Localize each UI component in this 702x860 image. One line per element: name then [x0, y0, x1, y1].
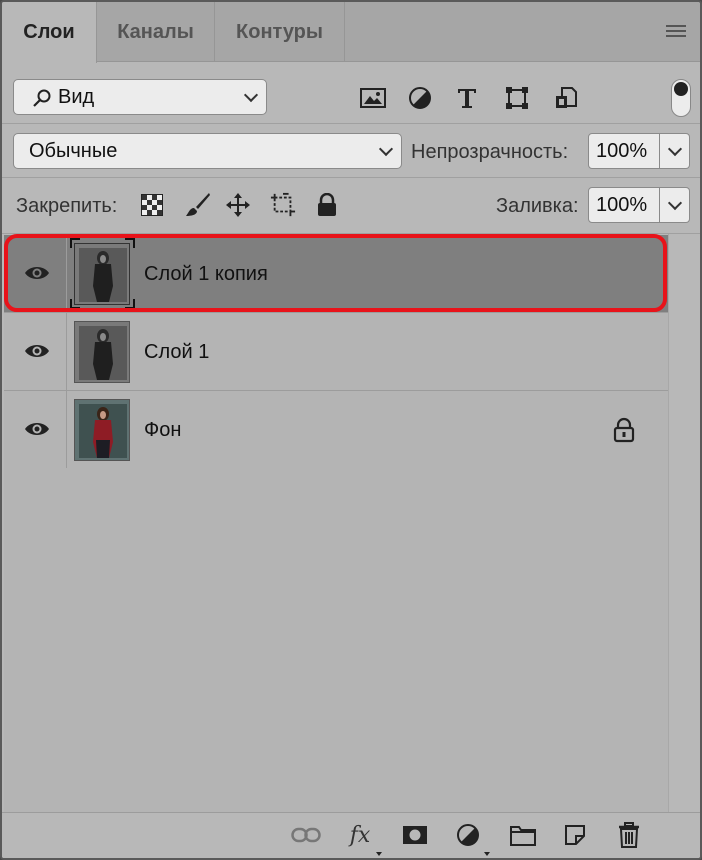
visibility-column-divider: [66, 391, 67, 469]
panel-menu-icon[interactable]: [666, 25, 686, 39]
filter-toggle[interactable]: [671, 79, 691, 117]
search-icon: [33, 89, 51, 107]
tab-layers[interactable]: Слои: [2, 2, 97, 63]
tab-channels[interactable]: Каналы: [97, 2, 215, 62]
lock-position-icon[interactable]: [225, 192, 251, 218]
chevron-down-icon: [243, 87, 259, 103]
chevron-down-icon: [667, 141, 683, 157]
visibility-column-divider: [66, 313, 67, 391]
opacity-input[interactable]: 100%: [588, 133, 660, 169]
lock-all-icon[interactable]: [314, 192, 340, 218]
layer-row-sloy-1[interactable]: Слой 1: [4, 313, 668, 391]
layer-name[interactable]: Слой 1: [144, 341, 209, 364]
filter-kind-label: Вид: [58, 85, 95, 108]
type-filter-icon[interactable]: [454, 86, 480, 110]
toggle-knob: [674, 82, 688, 96]
layer-mask-icon[interactable]: [400, 820, 430, 850]
layers-empty-area: [4, 468, 668, 812]
selected-layer-highlight: [4, 234, 667, 312]
trash-icon[interactable]: [614, 820, 644, 850]
adjustment-dropdown-triangle: [484, 852, 490, 856]
layer-name[interactable]: Фон: [144, 419, 181, 442]
layers-panel: Слои Каналы Контуры Вид Обычные Непрозра…: [0, 0, 702, 860]
blend-mode-dropdown[interactable]: Обычные: [13, 133, 402, 169]
opacity-slider-button[interactable]: [660, 133, 690, 169]
chevron-down-icon: [378, 141, 394, 157]
eye-visibility-icon[interactable]: [24, 420, 50, 438]
fill-input[interactable]: 100%: [588, 187, 660, 223]
fx-icon[interactable]: fx: [345, 820, 375, 850]
blend-mode-label: Обычные: [29, 139, 118, 162]
image-filter-icon[interactable]: [360, 86, 386, 110]
lock-artboard-icon[interactable]: [270, 192, 296, 218]
layer-thumbnail: [74, 321, 130, 383]
shape-filter-icon[interactable]: [504, 86, 530, 110]
eye-visibility-icon[interactable]: [24, 342, 50, 360]
chevron-down-icon: [667, 195, 683, 211]
adjustment-filter-icon[interactable]: [407, 86, 433, 110]
tab-paths[interactable]: Контуры: [215, 2, 345, 62]
lock-icon[interactable]: [612, 417, 636, 443]
fx-dropdown-triangle: [376, 852, 382, 856]
tab-bar: Слои Каналы Контуры: [2, 2, 700, 63]
new-layer-icon[interactable]: [560, 820, 590, 850]
link-layers-icon[interactable]: [291, 820, 321, 850]
fill-label: Заливка:: [496, 195, 579, 217]
filter-kind-dropdown[interactable]: Вид: [13, 79, 267, 115]
fill-slider-button[interactable]: [660, 187, 690, 223]
lock-transparent-icon[interactable]: [139, 192, 165, 218]
opacity-label: Непрозрачность:: [411, 141, 569, 163]
adjustment-layer-icon[interactable]: [453, 820, 483, 850]
lock-label: Закрепить:: [16, 195, 118, 217]
layer-thumbnail: [74, 399, 130, 461]
lock-image-icon[interactable]: [185, 192, 211, 218]
group-folder-icon[interactable]: [508, 820, 538, 850]
layer-row-fon[interactable]: Фон: [4, 391, 668, 469]
smart-object-filter-icon[interactable]: [553, 86, 579, 110]
layers-scrollbar[interactable]: [668, 234, 700, 812]
